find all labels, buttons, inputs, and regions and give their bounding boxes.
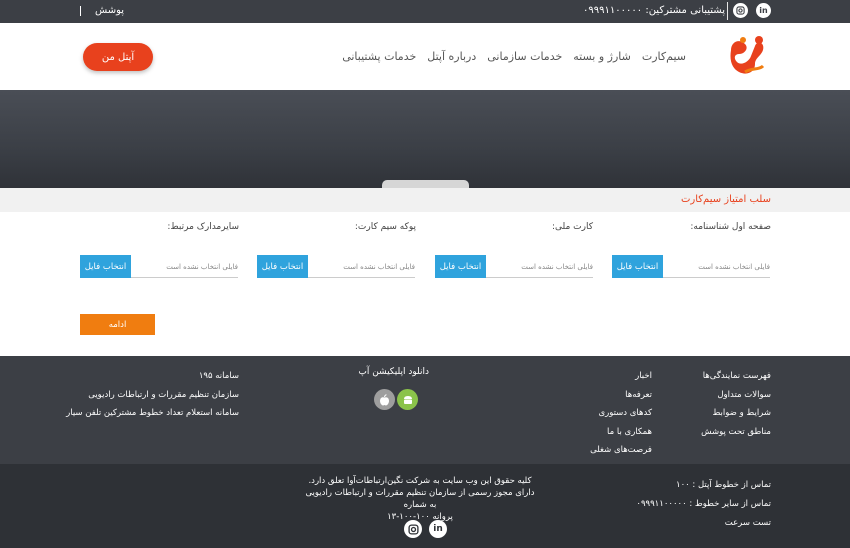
- contact-links: تماس از خطوط آپتل : ۱۰۰ تماس از سایر خطو…: [636, 480, 771, 528]
- nav-item-about[interactable]: درباره آپتل: [427, 50, 476, 63]
- footer-link[interactable]: اخبار: [590, 371, 652, 381]
- footer-links-2: اخبار تعرفه‌ها کدهای دستوری همکاری با ما…: [590, 371, 652, 455]
- banner-handle: [382, 180, 469, 188]
- footer: فهرست نمایندگی‌ها سوالات متداول شرایط و …: [0, 356, 850, 464]
- support-phone: پشتیبانی مشترکین: ۰۹۹۹۱۱۰۰۰۰۰: [583, 5, 725, 16]
- aptel-logo[interactable]: [723, 32, 771, 80]
- choose-file-button[interactable]: انتخاب فایل: [612, 255, 663, 278]
- file-status: فایلی انتخاب نشده است: [343, 263, 415, 271]
- contact-aptel-lines[interactable]: تماس از خطوط آپتل : ۱۰۰: [636, 480, 771, 490]
- footer-link[interactable]: همکاری با ما: [590, 427, 652, 437]
- speed-test-link[interactable]: تست سرعت: [636, 518, 771, 528]
- field-label-birth-certificate: صفحه اول شناسنامه:: [690, 222, 771, 232]
- apple-icon[interactable]: [374, 389, 395, 410]
- instagram-icon[interactable]: [733, 3, 748, 18]
- linkedin-icon[interactable]: in: [756, 3, 771, 18]
- file-upload-birth-certificate: انتخاب فایل فایلی انتخاب نشده است: [612, 255, 770, 278]
- coverage-link[interactable]: پوشش: [95, 5, 124, 16]
- divider: [80, 6, 81, 16]
- footer-link[interactable]: سامانه ۱۹۵: [66, 371, 239, 381]
- file-upload-national-card: انتخاب فایل فایلی انتخاب نشده است: [435, 255, 593, 278]
- app-download-title: دانلود اپلیکیشن آپ: [358, 367, 429, 377]
- footer-link[interactable]: شرایط و ضوابط: [701, 408, 771, 418]
- hero-banner: [0, 90, 850, 188]
- my-aptel-button[interactable]: آپتل من: [83, 43, 153, 71]
- nav-item-charge[interactable]: شارژ و بسته: [573, 50, 631, 63]
- choose-file-button[interactable]: انتخاب فایل: [435, 255, 486, 278]
- copyright-text: کلیه حقوق این وب سایت به شرکت نگین‌ارتبا…: [305, 475, 535, 523]
- copyright-line: پروانه ۱۰۰-۱۰۰-۱۳: [387, 512, 453, 522]
- android-icon[interactable]: [397, 389, 418, 410]
- footer-link[interactable]: فهرست نمایندگی‌ها: [701, 371, 771, 381]
- file-upload-other-docs: انتخاب فایل فایلی انتخاب نشده است: [80, 255, 238, 278]
- bottom-bar: تماس از خطوط آپتل : ۱۰۰ تماس از سایر خطو…: [0, 464, 850, 548]
- footer-link[interactable]: فرصت‌های شغلی: [590, 445, 652, 455]
- field-label-other-docs: سایرمدارک مرتبط:: [167, 222, 239, 232]
- footer-link[interactable]: سازمان تنظیم مقررات و ارتباطات رادیویی: [66, 390, 239, 400]
- choose-file-button[interactable]: انتخاب فایل: [257, 255, 308, 278]
- instagram-icon[interactable]: [404, 520, 422, 538]
- file-upload-sim-shell: انتخاب فایل فایلی انتخاب نشده است: [257, 255, 415, 278]
- top-bar: in پشتیبانی مشترکین: ۰۹۹۹۱۱۰۰۰۰۰ پوشش: [0, 0, 850, 23]
- nav-item-support[interactable]: خدمات پشتیبانی: [342, 50, 416, 63]
- footer-link[interactable]: مناطق تحت پوشش: [701, 427, 771, 437]
- main-nav: سیم‌کارت شارژ و بسته خدمات سازمانی دربار…: [342, 50, 686, 63]
- field-label-national-card: کارت ملی:: [551, 222, 593, 232]
- choose-file-button[interactable]: انتخاب فایل: [80, 255, 131, 278]
- nav-item-enterprise[interactable]: خدمات سازمانی: [487, 50, 562, 63]
- copyright-line: کلیه حقوق این وب سایت به شرکت نگین‌ارتبا…: [308, 476, 532, 486]
- nav-item-simcard[interactable]: سیم‌کارت: [642, 50, 686, 63]
- divider: [727, 2, 728, 20]
- continue-button[interactable]: ادامه: [80, 314, 155, 335]
- footer-link[interactable]: کدهای دستوری: [590, 408, 652, 418]
- linkedin-icon[interactable]: in: [429, 520, 447, 538]
- section-title-bar: سلب امتیاز سیم‌کارت: [0, 188, 850, 212]
- footer-link[interactable]: سوالات متداول: [701, 390, 771, 400]
- file-status: فایلی انتخاب نشده است: [698, 263, 770, 271]
- footer-links-3: سامانه ۱۹۵ سازمان تنظیم مقررات و ارتباطا…: [66, 371, 239, 418]
- copyright-line: دارای مجوز رسمی از سازمان تنظیم مقررات و…: [305, 488, 535, 510]
- footer-link[interactable]: تعرفه‌ها: [590, 390, 652, 400]
- file-status: فایلی انتخاب نشده است: [166, 263, 238, 271]
- file-status: فایلی انتخاب نشده است: [521, 263, 593, 271]
- page-title: سلب امتیاز سیم‌کارت: [680, 194, 771, 205]
- main-header: سیم‌کارت شارژ و بسته خدمات سازمانی دربار…: [0, 23, 850, 90]
- footer-links-1: فهرست نمایندگی‌ها سوالات متداول شرایط و …: [701, 371, 771, 437]
- field-label-sim-shell: پوکه سیم کارت:: [354, 222, 416, 232]
- footer-link[interactable]: سامانه استعلام تعداد خطوط مشترکین تلفن س…: [66, 408, 239, 418]
- contact-other-lines[interactable]: تماس از سایر خطوط : ۰۹۹۹۱۱۰۰۰۰۰: [636, 499, 771, 509]
